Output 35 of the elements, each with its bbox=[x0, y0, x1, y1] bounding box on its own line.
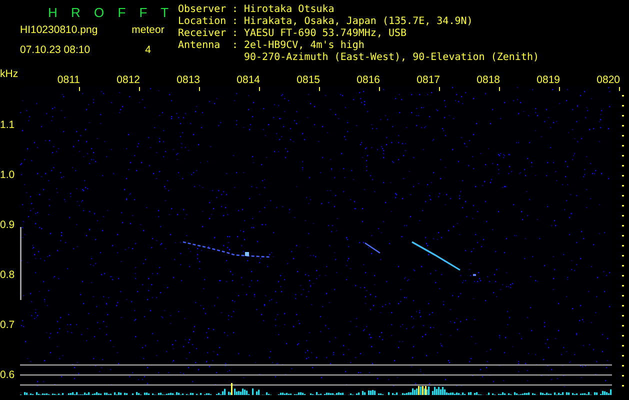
filename: HI10230810.png bbox=[19, 24, 99, 36]
info-value: 90-270-Azimuth (East-West), 90-Elevation (Zenith) bbox=[244, 52, 540, 64]
frequency-tick-label: 0.6 bbox=[0, 369, 15, 381]
info-separator: : bbox=[232, 16, 240, 28]
frequency-tick-label: 1.1 bbox=[0, 119, 15, 131]
info-label: Location bbox=[178, 16, 228, 28]
time-tick-label: 0816 bbox=[356, 74, 380, 87]
time-tick-label: 0811 bbox=[56, 74, 80, 87]
info-label: Observer bbox=[178, 4, 228, 16]
info-label: Receiver bbox=[178, 28, 228, 40]
info-separator: : bbox=[232, 40, 240, 53]
frequency-tick-label: 1.0 bbox=[0, 169, 15, 181]
frequency-tick-label: 0.8 bbox=[0, 269, 15, 281]
time-tick-label: 0817 bbox=[416, 74, 440, 87]
time-tick-label: 0813 bbox=[176, 74, 200, 87]
time-tick-label: 0814 bbox=[236, 74, 260, 87]
info-label: Antenna bbox=[178, 40, 222, 53]
axis-unit: kHz bbox=[0, 67, 20, 80]
time-tick-label: 0812 bbox=[116, 74, 140, 87]
info-value: Hirakata, Osaka, Japan (135.7E, 34.9N) bbox=[244, 16, 474, 28]
info-separator: : bbox=[232, 28, 240, 40]
time-tick-label: 0819 bbox=[536, 74, 560, 87]
frequency-tick-label: 0.9 bbox=[0, 219, 15, 231]
meteor-label: meteor bbox=[130, 24, 166, 36]
time-tick-label: 0815 bbox=[296, 74, 320, 87]
meteor-count: 4 bbox=[144, 44, 152, 56]
app-title: H R O F F T bbox=[47, 4, 175, 22]
frequency-tick-label: 0.7 bbox=[0, 319, 15, 331]
info-value: Hirotaka Otsuka bbox=[244, 4, 336, 16]
info-value: 2el-HB9CV, 4m's high bbox=[244, 40, 366, 52]
timestamp: 07.10.23 08:10 bbox=[19, 44, 92, 56]
time-tick-label: 0818 bbox=[476, 74, 500, 87]
time-tick-label: 0820 bbox=[596, 74, 620, 87]
info-separator: : bbox=[232, 4, 240, 16]
info-value: YAESU FT-690 53.749MHz, USB bbox=[244, 28, 408, 40]
